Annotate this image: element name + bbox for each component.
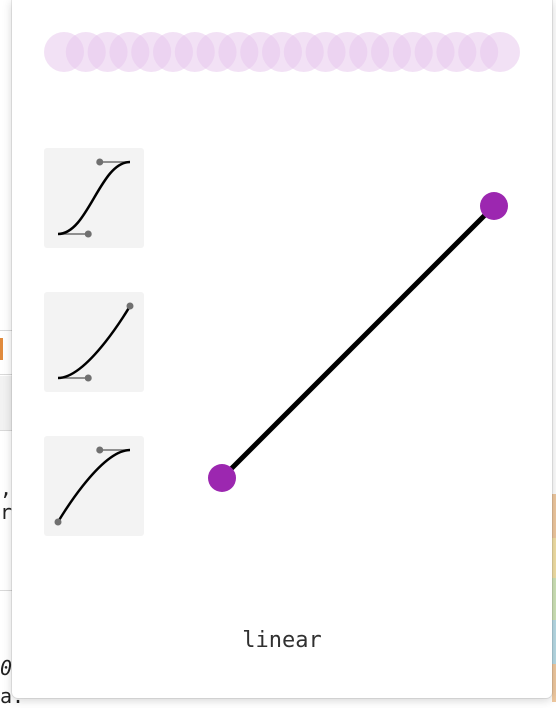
preview-ghost-dot <box>480 32 520 72</box>
curve-preview-animation <box>44 32 520 72</box>
background-divider <box>0 330 12 331</box>
preset-curve <box>57 305 132 380</box>
bezier-curve <box>220 204 496 480</box>
background-gray-block <box>0 376 12 430</box>
preset-ease-in[interactable] <box>44 292 144 392</box>
control-point <box>84 230 92 238</box>
preset-ease-in-out[interactable] <box>44 148 144 248</box>
background-code-fragment: 0 <box>0 656 13 680</box>
control-point <box>96 158 104 166</box>
bezier-curve-editor[interactable] <box>200 176 520 506</box>
background-divider <box>0 430 12 431</box>
bezier-editor-popover: linear <box>12 0 552 698</box>
control-point <box>54 518 62 526</box>
background-code-fragment: r <box>0 500 13 524</box>
control-point <box>96 446 104 454</box>
background-orange-mark <box>0 338 3 360</box>
background-code-fragment: , <box>0 476 13 500</box>
control-point <box>126 302 134 310</box>
background-divider <box>0 374 12 375</box>
background-color-swatch <box>552 664 556 702</box>
preset-curve <box>56 448 131 523</box>
background-color-swatch <box>552 578 556 620</box>
control-point-1-handle[interactable] <box>208 464 236 492</box>
background-color-swatch <box>552 620 556 664</box>
control-point <box>84 374 92 382</box>
curve-name-label: linear <box>242 628 322 653</box>
background-divider <box>0 590 12 591</box>
control-point-2-handle[interactable] <box>480 192 508 220</box>
preset-curve <box>57 160 131 236</box>
background-color-swatch <box>552 538 556 578</box>
preset-ease-out[interactable] <box>44 436 144 536</box>
background-color-swatch <box>552 494 556 538</box>
